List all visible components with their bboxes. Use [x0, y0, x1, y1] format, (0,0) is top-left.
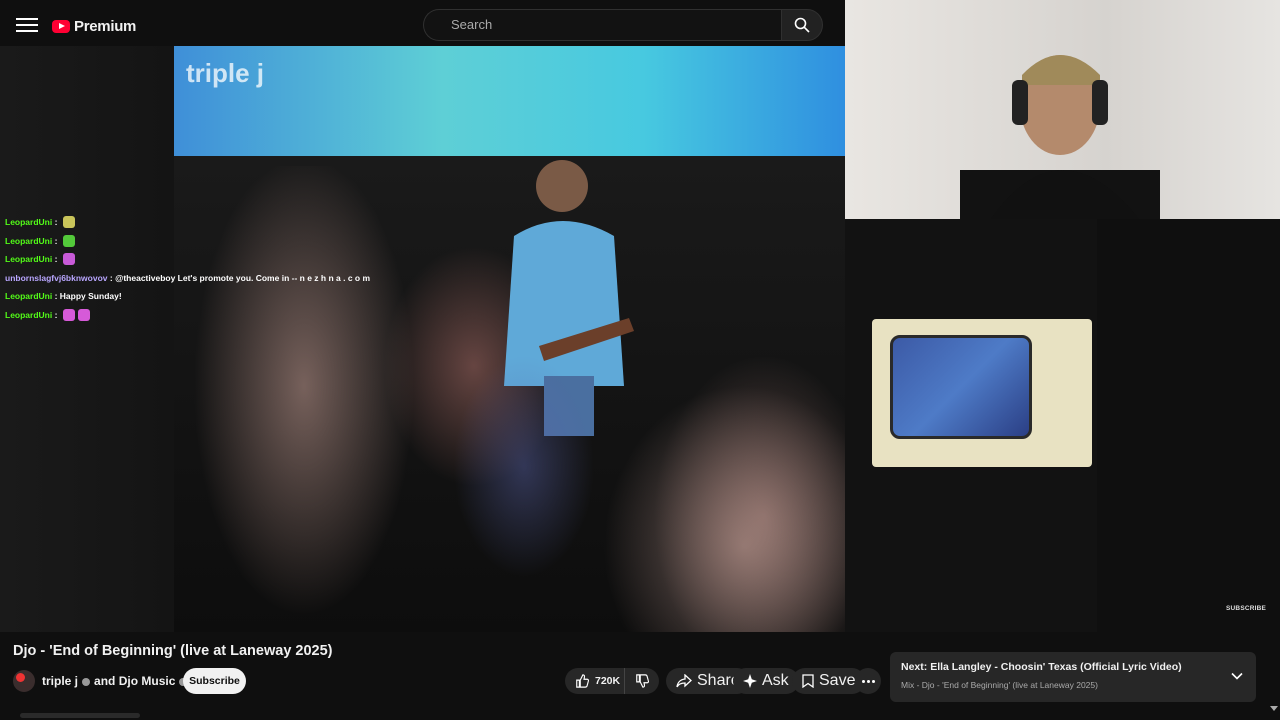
tv-screen: [890, 335, 1032, 439]
chat-message: LeopardUni :: [5, 213, 405, 232]
next-video-title: Next: Ella Langley - Choosin' Texas (Off…: [901, 661, 1182, 673]
video-title: Djo - 'End of Beginning' (live at Lanewa…: [13, 643, 333, 659]
channel-row: triple j and Djo Music: [13, 669, 191, 693]
like-dislike-group: 720K: [565, 668, 659, 694]
chat-text: Happy Sunday!: [59, 291, 122, 302]
next-title-text: Ella Langley - Choosin' Texas (Official …: [930, 661, 1182, 673]
chat-username: LeopardUni: [5, 291, 53, 302]
video-right-letterbox: [1097, 219, 1280, 632]
logo-text: Premium: [74, 17, 137, 35]
chat-message: LeopardUni :: [5, 250, 405, 269]
youtube-play-icon: [52, 19, 70, 33]
chat-username: LeopardUni: [5, 309, 53, 320]
retro-tv: [872, 319, 1092, 467]
chat-username: unbornslagfvj6bknwovov: [5, 272, 108, 283]
emote-icon: [62, 234, 75, 247]
youtube-logo[interactable]: Premium: [52, 16, 136, 36]
streamer-webcam: [845, 0, 1280, 219]
chat-text: @theactiveboy Let's promote you. Come in…: [115, 272, 371, 283]
emote-icon: [62, 216, 75, 229]
bookmark-icon: [802, 674, 814, 688]
emote-icon: [62, 253, 75, 266]
ask-label: Ask: [762, 672, 789, 689]
chat-username: LeopardUni: [5, 217, 53, 228]
video-right-segment: [845, 219, 1097, 632]
top-bar: Premium Search: [0, 0, 845, 50]
chat-message: unbornslagfvj6bknwovov : @theactiveboy L…: [5, 272, 371, 283]
thumbs-down-icon: [636, 674, 649, 688]
verified-icon: [82, 677, 91, 686]
share-icon: [676, 674, 692, 688]
channel-avatar[interactable]: [13, 670, 35, 692]
video-left-letterbox: [0, 46, 174, 632]
chat-message: LeopardUni :: [5, 306, 405, 325]
chat-message: LeopardUni : Happy Sunday!: [5, 291, 122, 302]
thumbs-up-icon: [576, 674, 589, 688]
scroll-down-arrow-icon[interactable]: [1270, 706, 1278, 711]
more-actions-button[interactable]: [855, 668, 881, 694]
chat-overlay: LeopardUni : LeopardUni : LeopardUni : u…: [5, 213, 405, 324]
chat-username: LeopardUni: [5, 254, 53, 265]
channel-connector: and: [94, 674, 116, 688]
search-icon: [794, 17, 810, 33]
subscribe-button[interactable]: Subscribe: [183, 668, 246, 694]
search-button[interactable]: [781, 9, 823, 41]
like-count: 720K: [595, 675, 621, 687]
next-video-card[interactable]: Next: Ella Langley - Choosin' Texas (Off…: [890, 652, 1256, 702]
chat-username: LeopardUni: [5, 235, 53, 246]
channel-names[interactable]: triple j and Djo Music: [42, 674, 191, 688]
emote-icon: [77, 308, 90, 321]
dislike-button[interactable]: [625, 668, 659, 694]
description-peek: [0, 703, 880, 720]
screen: { "header": { "logo_text": "Premium", "s…: [0, 0, 1280, 720]
menu-icon[interactable]: [16, 14, 38, 36]
next-label: Next:: [901, 661, 928, 673]
sparkle-icon: [743, 674, 757, 688]
stage-screen: [174, 46, 845, 156]
description-placeholder: [20, 713, 140, 718]
channel-name-djo[interactable]: Djo Music: [119, 674, 176, 688]
save-label: Save: [819, 672, 856, 689]
emote-icon: [62, 308, 75, 321]
search-input[interactable]: Search: [423, 9, 781, 41]
video-player[interactable]: triple j: [174, 46, 845, 632]
next-video-subtitle: Mix - Djo - 'End of Beginning' (live at …: [901, 680, 1098, 690]
chat-message: LeopardUni :: [5, 232, 405, 251]
triplej-watermark: triple j: [186, 58, 265, 88]
chevron-down-icon[interactable]: [1230, 669, 1244, 683]
subscribe-watermark[interactable]: SUBSCRIBE: [1226, 605, 1266, 612]
streamer-figure: [960, 55, 1160, 219]
like-button[interactable]: 720K: [565, 668, 625, 694]
ask-button[interactable]: Ask: [733, 668, 799, 694]
channel-name-triplej[interactable]: triple j: [42, 674, 78, 688]
